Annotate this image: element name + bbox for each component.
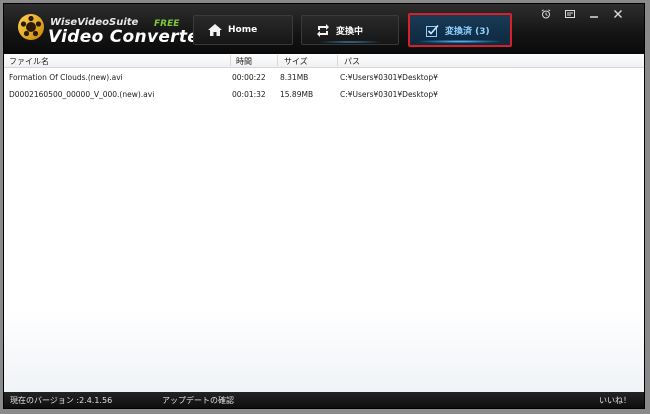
tab-home-label: Home — [228, 25, 258, 35]
version-text: 現在のバージョン :2.4.1.56 — [10, 396, 113, 405]
app-window: WiseVideoSuite FREE Video Converter 2 Ho… — [3, 3, 645, 409]
check-update-link[interactable]: アップデートの確認 — [162, 395, 234, 406]
tab-converted[interactable]: 変換済 (3) — [408, 13, 512, 47]
table-row[interactable]: D0002160500_00000_V_000.(new).avi 00:01:… — [4, 86, 644, 103]
tab-home[interactable]: Home — [193, 15, 293, 45]
home-icon — [208, 24, 222, 36]
converted-file-list: ファイル名 時間 サイズ パス Formation Of Clouds.(new… — [4, 54, 644, 392]
tab-converting-label: 変換中 — [336, 26, 364, 37]
feedback-icon[interactable] — [564, 9, 576, 19]
column-header-size[interactable]: サイズ — [284, 56, 308, 67]
column-header-filename[interactable]: ファイル名 — [9, 56, 49, 67]
file-name-cell: Formation Of Clouds.(new).avi — [9, 73, 123, 82]
tab-converted-label: 変換済 (3) — [445, 26, 490, 37]
status-bar: 現在のバージョン :2.4.1.56 アップデートの確認 いいね！ — [4, 392, 644, 408]
convert-arrows-icon — [316, 23, 330, 37]
minimize-icon[interactable] — [588, 9, 600, 19]
column-header-path[interactable]: パス — [344, 56, 360, 67]
table-row[interactable]: Formation Of Clouds.(new).avi 00:00:22 8… — [4, 69, 644, 86]
file-name-cell: D0002160500_00000_V_000.(new).avi — [9, 90, 155, 99]
column-header-duration[interactable]: 時間 — [236, 56, 252, 67]
duration-cell: 00:00:22 — [232, 73, 266, 82]
tab-converting[interactable]: 変換中 — [301, 15, 399, 45]
film-reel-logo-icon — [18, 14, 44, 40]
table-header: ファイル名 時間 サイズ パス — [4, 54, 644, 68]
size-cell: 15.89MB — [280, 90, 314, 99]
like-link[interactable]: いいね！ — [599, 395, 631, 406]
header-bar: WiseVideoSuite FREE Video Converter 2 Ho… — [4, 4, 644, 54]
alarm-icon[interactable] — [540, 9, 552, 19]
close-icon[interactable] — [612, 9, 624, 19]
size-cell: 8.31MB — [280, 73, 309, 82]
checkbox-icon — [426, 24, 439, 37]
path-cell: C:¥Users¥0301¥Desktop¥ — [340, 73, 438, 82]
duration-cell: 00:01:32 — [232, 90, 266, 99]
path-cell: C:¥Users¥0301¥Desktop¥ — [340, 90, 438, 99]
